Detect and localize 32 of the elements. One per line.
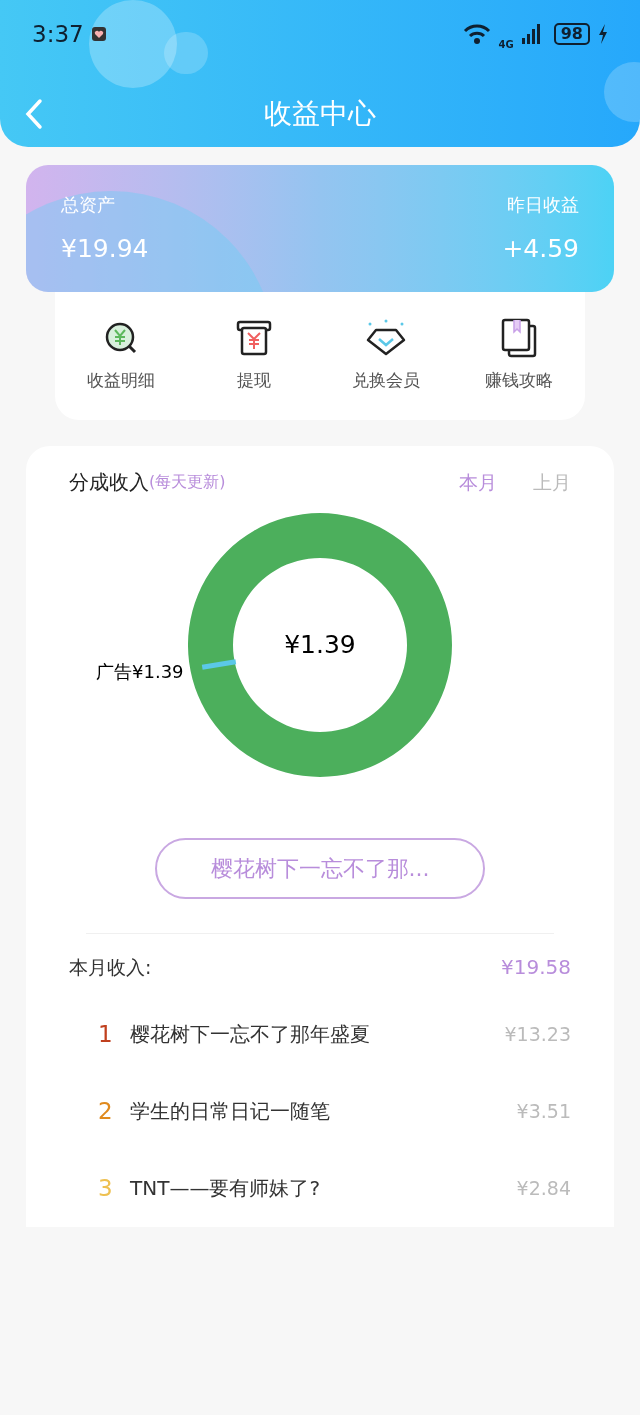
work-income: ¥2.84 [516,1176,571,1202]
yesterday-income-label: 昨日收益 [507,193,579,217]
slice-label: 广告¥1.39 [96,659,184,684]
clock: 3:37 [32,19,84,49]
yesterday-income-value: +4.59 [502,233,579,265]
donut-center-value: ¥1.39 [284,628,356,661]
wifi-icon [462,23,491,45]
update-note: (每天更新) [149,470,226,493]
network-type: 4G [498,40,514,50]
shortcut-button[interactable]: 提现 [187,318,320,394]
total-assets-label: 总资产 [61,193,116,217]
work-title: 学生的日常日记一随笔 [130,1098,330,1126]
shortcut-button[interactable]: 兑换会员 [320,318,453,394]
charging-icon [598,24,608,44]
battery-indicator: 98 [553,23,590,45]
work-income: ¥13.23 [504,1022,571,1048]
work-income: ¥3.51 [516,1099,571,1125]
work-title: TNT——要有师妹了? [130,1175,320,1203]
back-icon[interactable] [24,98,44,130]
shortcut-button[interactable]: 收益明细 [55,318,188,394]
work-title: 樱花树下一忘不了那年盛夏 [130,1021,370,1049]
total-assets-value: ¥19.94 [61,233,149,265]
month-income-label: 本月收入: [69,954,152,980]
page-title: 收益中心 [264,96,376,132]
shortcut-button[interactable]: 赚钱攻略 [452,318,585,394]
rank-number: 1 [98,1020,114,1050]
signal-icon [521,24,542,44]
rank-number: 3 [98,1174,114,1204]
month-income-total: ¥19.58 [501,954,571,981]
rank-number: 2 [98,1097,114,1127]
heart-app-icon [91,27,106,41]
section-title: 分成收入 [69,468,149,496]
